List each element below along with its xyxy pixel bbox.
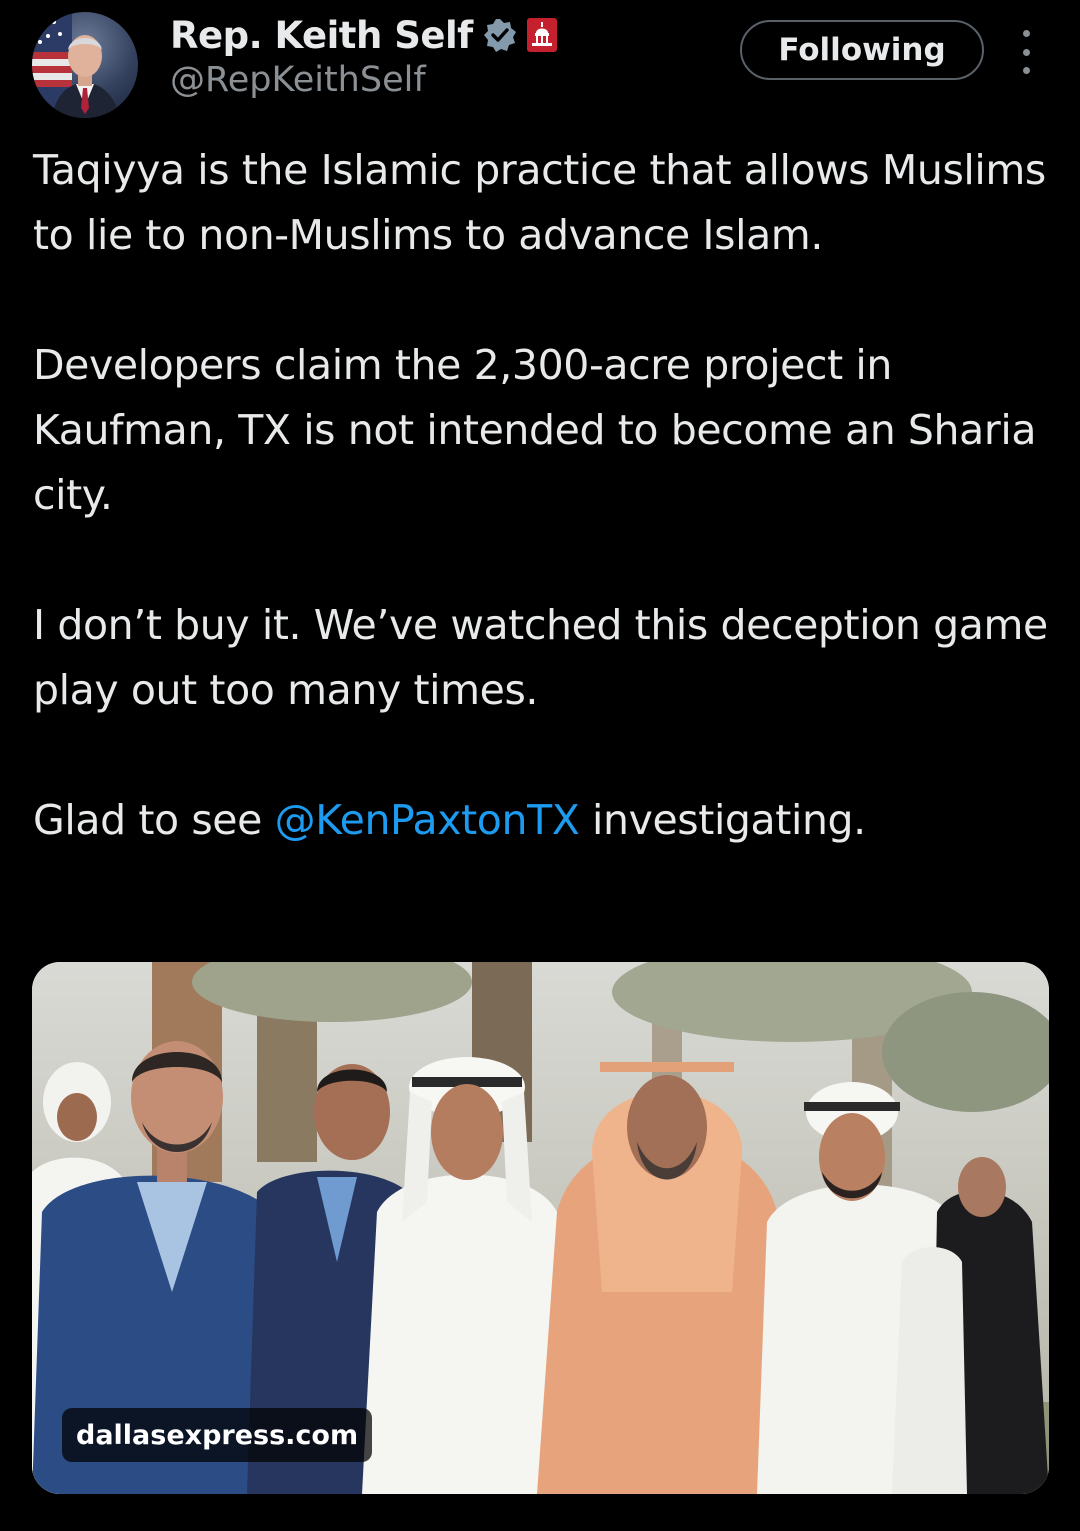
tweet-header: Rep. Keith Self @RepKeithSelf Following: [0, 0, 1080, 125]
tweet-paragraph: Taqiyya is the Islamic practice that all…: [33, 146, 1046, 259]
tweet-text: Taqiyya is the Islamic practice that all…: [33, 138, 1053, 853]
author-handle[interactable]: @RepKeithSelf: [170, 60, 426, 100]
tweet-paragraph: Glad to see @KenPaxtonTX investigating.: [33, 788, 1053, 853]
more-vertical-icon[interactable]: [1012, 30, 1040, 74]
author-avatar[interactable]: [32, 12, 138, 118]
tweet-text-segment: investigating.: [579, 796, 866, 844]
following-button[interactable]: Following: [740, 20, 984, 80]
avatar-photo: [32, 12, 120, 118]
source-domain-label[interactable]: dallasexpress.com: [62, 1408, 373, 1462]
tweet-text-segment: Glad to see: [33, 796, 275, 844]
verified-icon[interactable]: [483, 18, 517, 52]
author-name-row: Rep. Keith Self: [170, 10, 557, 60]
mention-link[interactable]: @KenPaxtonTX: [275, 796, 580, 844]
capitol-icon[interactable]: [526, 18, 557, 52]
tweet-paragraph: Developers claim the 2,300-acre project …: [33, 341, 1037, 519]
author-display-name[interactable]: Rep. Keith Self: [170, 14, 473, 57]
tweet-paragraph: I don’t buy it. We’ve watched this decep…: [33, 601, 1048, 714]
